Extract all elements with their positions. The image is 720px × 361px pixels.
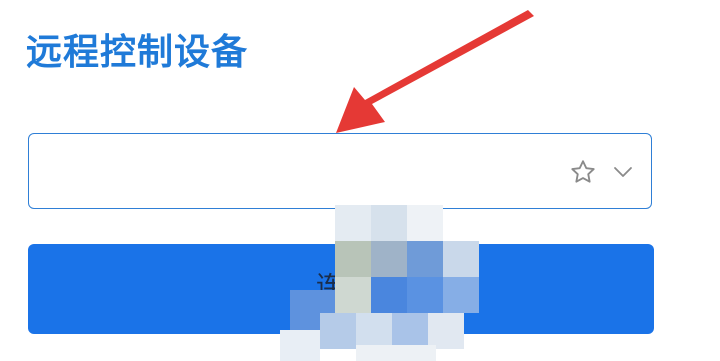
connect-button-label: 连接	[316, 271, 369, 301]
device-id-input[interactable]	[39, 144, 563, 200]
panel-title: 远程控制设备	[26, 31, 249, 72]
connect-button[interactable]: 连接	[28, 244, 654, 334]
star-icon[interactable]	[569, 158, 597, 186]
chevron-down-icon[interactable]	[611, 160, 635, 184]
device-id-field[interactable]	[28, 133, 652, 209]
